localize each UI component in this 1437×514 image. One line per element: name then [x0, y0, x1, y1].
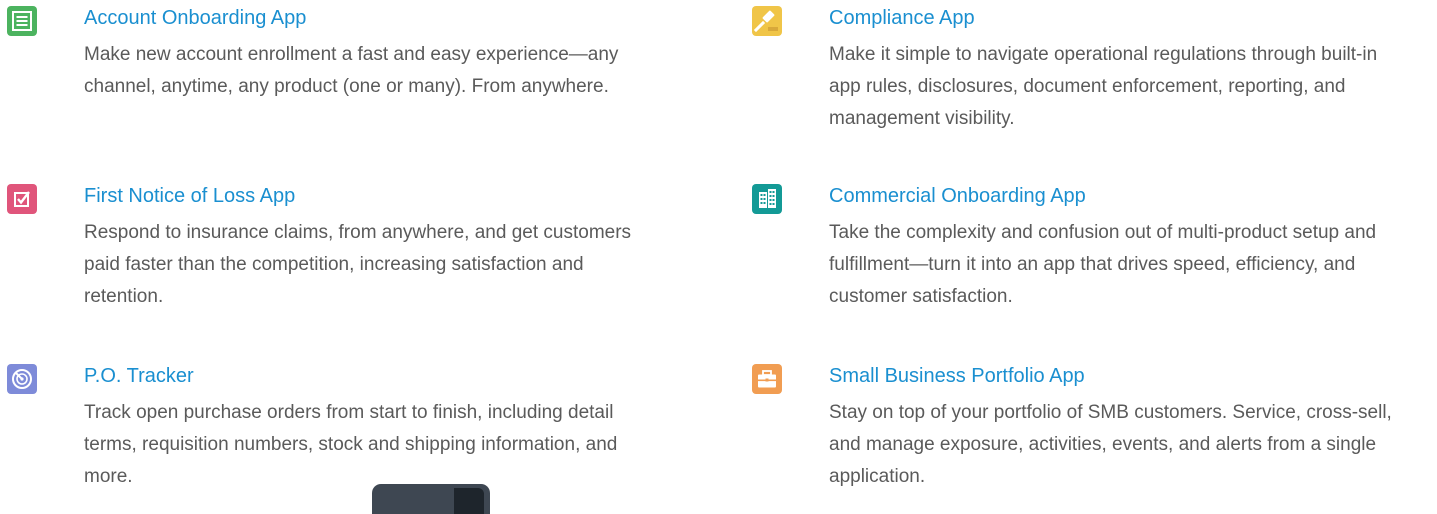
app-description: Take the complexity and confusion out of…: [829, 222, 1377, 307]
app-title-link[interactable]: Compliance App: [829, 6, 1409, 30]
app-description: Respond to insurance claims, from anywhe…: [84, 222, 632, 307]
app-item-commercial-onboarding: Commercial Onboarding App Take the compl…: [752, 184, 1409, 313]
app-title-link[interactable]: Small Business Portfolio App: [829, 364, 1409, 388]
app-description: Track open purchase orders from start to…: [84, 402, 618, 487]
app-item-account-onboarding: Account Onboarding App Make new account …: [7, 6, 629, 103]
mobile-device-image: [372, 484, 490, 514]
app-description: Stay on top of your portfolio of SMB cus…: [829, 402, 1392, 487]
app-item-compliance: Compliance App Make it simple to navigat…: [752, 6, 1409, 135]
form-list-icon: [7, 6, 37, 36]
building-icon: [752, 184, 782, 214]
app-title-link[interactable]: P.O. Tracker: [84, 364, 624, 388]
app-item-first-notice-of-loss: First Notice of Loss App Respond to insu…: [7, 184, 644, 313]
app-title-link[interactable]: First Notice of Loss App: [84, 184, 644, 208]
briefcase-icon: [752, 364, 782, 394]
app-title-link[interactable]: Commercial Onboarding App: [829, 184, 1409, 208]
app-description: Make it simple to navigate operational r…: [829, 44, 1378, 129]
gavel-icon: [752, 6, 782, 36]
app-description: Make new account enrollment a fast and e…: [84, 44, 619, 97]
app-item-small-business-portfolio: Small Business Portfolio App Stay on top…: [752, 364, 1409, 493]
app-item-po-tracker: P.O. Tracker Track open purchase orders …: [7, 364, 624, 493]
radar-icon: [7, 364, 37, 394]
checkbox-icon: [7, 184, 37, 214]
app-title-link[interactable]: Account Onboarding App: [84, 6, 629, 30]
